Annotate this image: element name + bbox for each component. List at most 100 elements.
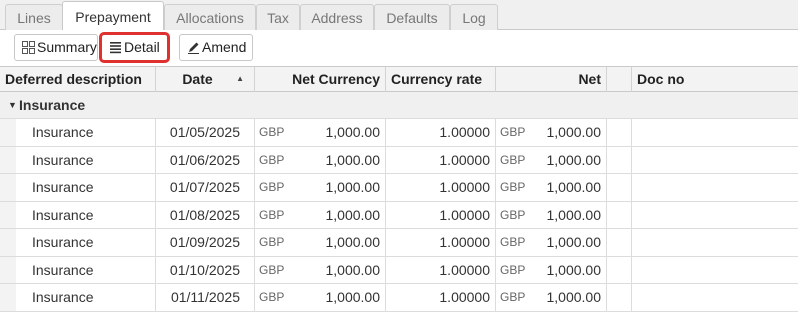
row-indent [0,174,16,201]
cell-net-currency[interactable]: GBP 1,000.00 [255,174,386,201]
cell-doc-no[interactable] [632,257,798,284]
cell-description[interactable]: Insurance [16,284,156,311]
tab-address[interactable]: Address [300,4,374,30]
column-header-net[interactable]: Net [496,67,607,92]
cell-net[interactable]: GBP 1,000.00 [496,229,607,256]
cell-currency-rate[interactable]: 1.00000 [386,119,496,146]
cell-currency-rate[interactable]: 1.00000 [386,284,496,311]
detail-button[interactable]: Detail [99,32,170,63]
cell-blank[interactable] [607,284,632,311]
table-row[interactable]: Insurance 01/05/2025 GBP 1,000.00 1.00000 GBP… [0,119,798,147]
cell-net-currency[interactable]: GBP 1,000.00 [255,284,386,311]
cell-net[interactable]: GBP 1,000.00 [496,146,607,173]
cell-net-currency[interactable]: GBP 1,000.00 [255,146,386,173]
table-row[interactable]: Insurance 01/07/2025 GBP 1,000.00 1.00000 GBP… [0,174,798,202]
tab-allocations[interactable]: Allocations [164,4,256,30]
currency-code: GBP [500,290,526,304]
cell-blank[interactable] [607,229,632,256]
grid-icon [22,41,35,54]
column-header-deferred-description[interactable]: Deferred description [0,67,156,92]
table-row[interactable]: Insurance 01/08/2025 GBP 1,000.00 1.00000 GBP… [0,201,798,229]
column-header-net-currency[interactable]: Net Currency [255,67,386,92]
summary-button[interactable]: Summary [14,34,98,61]
cell-date[interactable]: 01/08/2025 [156,201,255,228]
cell-text: Insurance [32,179,94,195]
cell-date[interactable]: 01/10/2025 [156,256,255,283]
cell-description[interactable]: Insurance [16,174,156,201]
column-header-label: Net [578,71,601,87]
cell-blank[interactable] [607,174,632,201]
cell-amount: 1,000.00 [325,206,381,223]
cell-description[interactable]: Insurance [16,256,156,283]
cell-blank[interactable] [607,146,632,173]
tab-log[interactable]: Log [450,4,498,30]
cell-net[interactable]: GBP 1,000.00 [496,174,607,201]
tab-tax[interactable]: Tax [256,4,300,30]
column-header-blank[interactable] [607,67,632,92]
column-header-label: Doc no [637,71,685,87]
cell-amount: 1,000.00 [546,151,602,168]
cell-doc-no[interactable] [632,147,798,174]
cell-date[interactable]: 01/07/2025 [156,174,255,201]
cell-blank[interactable] [607,201,632,228]
group-label: Insurance [19,97,86,113]
column-header-currency-rate[interactable]: Currency rate [386,67,496,92]
tab-lines[interactable]: Lines [5,4,63,30]
cell-text: Insurance [32,261,94,278]
cell-description[interactable]: Insurance [16,201,156,228]
tab-bar: Lines Prepayment Allocations Tax Address… [0,0,798,31]
cell-doc-no[interactable] [632,119,798,146]
table-row[interactable]: Insurance 01/11/2025 GBP 1,000.00 1.00000 GBP… [0,284,798,312]
cell-doc-no[interactable] [632,202,798,229]
cell-description[interactable]: Insurance [16,146,156,173]
column-header-label: Currency rate [391,71,483,87]
cell-date[interactable]: 01/09/2025 [156,229,255,256]
group-row-insurance[interactable]: ▼ Insurance [0,92,798,119]
cell-currency-rate[interactable]: 1.00000 [386,201,496,228]
cell-amount: 1,000.00 [546,261,602,278]
cell-description[interactable]: Insurance [16,119,156,146]
cell-net-currency[interactable]: GBP 1,000.00 [255,119,386,146]
cell-currency-rate[interactable]: 1.00000 [386,229,496,256]
cell-net-currency[interactable]: GBP 1,000.00 [255,256,386,283]
cell-text: 01/06/2025 [169,151,240,168]
table-row[interactable]: Insurance 01/09/2025 GBP 1,000.00 1.00000 GBP… [0,229,798,257]
column-header-label: Net Currency [292,71,380,87]
amend-button[interactable]: Amend [179,34,253,61]
cell-blank[interactable] [607,256,632,283]
cell-blank[interactable] [607,119,632,146]
cell-net[interactable]: GBP 1,000.00 [496,201,607,228]
cell-date[interactable]: 01/11/2025 [156,284,255,311]
column-header-date[interactable]: Date ▲ [156,67,255,92]
cell-currency-rate[interactable]: 1.00000 [386,174,496,201]
cell-net[interactable]: GBP 1,000.00 [496,119,607,146]
caret-down-icon[interactable]: ▼ [8,92,17,118]
cell-currency-rate[interactable]: 1.00000 [386,256,496,283]
cell-date[interactable]: 01/06/2025 [156,146,255,173]
cell-doc-no[interactable] [632,284,798,311]
column-header-doc-no[interactable]: Doc no [632,67,798,92]
cell-text: Insurance [32,151,94,168]
cell-net[interactable]: GBP 1,000.00 [496,284,607,311]
tab-defaults[interactable]: Defaults [374,4,450,30]
cell-net-currency[interactable]: GBP 1,000.00 [255,229,386,256]
table-row[interactable]: Insurance 01/06/2025 GBP 1,000.00 1.00000 GBP… [0,146,798,174]
row-indent [0,229,16,256]
cell-amount: 1,000.00 [546,179,602,195]
cell-doc-no[interactable] [632,174,798,201]
currency-code: GBP [500,207,526,222]
column-header-label: Date [182,71,213,87]
cell-net-currency[interactable]: GBP 1,000.00 [255,201,386,228]
cell-net[interactable]: GBP 1,000.00 [496,256,607,283]
cell-currency-rate[interactable]: 1.00000 [386,146,496,173]
currency-code: GBP [259,125,285,139]
cell-text: 01/05/2025 [169,124,240,140]
cell-text: 1.00000 [439,124,490,140]
cell-doc-no[interactable] [632,229,798,256]
tab-prepayment[interactable]: Prepayment [62,1,164,31]
table-row[interactable]: Insurance 01/10/2025 GBP 1,000.00 1.00000 GBP… [0,256,798,284]
currency-code: GBP [500,125,526,139]
sort-ascending-icon[interactable]: ▲ [236,67,244,91]
cell-date[interactable]: 01/05/2025 [156,119,255,146]
cell-description[interactable]: Insurance [16,229,156,256]
